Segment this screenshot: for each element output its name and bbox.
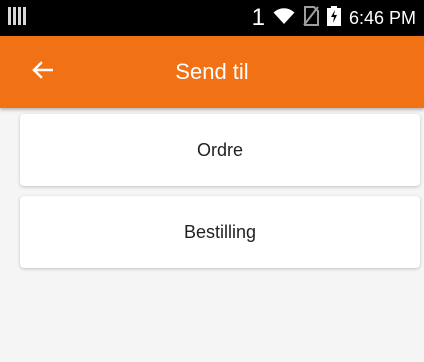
no-sim-icon	[303, 5, 319, 31]
status-bar: 1 6:46 PM	[0, 0, 424, 36]
option-label: Ordre	[196, 139, 243, 160]
battery-charging-icon	[326, 5, 341, 31]
sim-slot-number: 1	[251, 4, 265, 31]
app-bar: Send til	[0, 36, 424, 108]
option-bestilling[interactable]: Bestilling	[20, 196, 420, 268]
option-label: Bestilling	[183, 221, 257, 242]
clock: 6:46 PM	[348, 7, 416, 28]
wifi-icon	[273, 7, 295, 30]
page-title: Send til	[175, 59, 249, 84]
option-ordre[interactable]: Ordre	[20, 114, 420, 186]
barcode-icon	[8, 7, 26, 25]
